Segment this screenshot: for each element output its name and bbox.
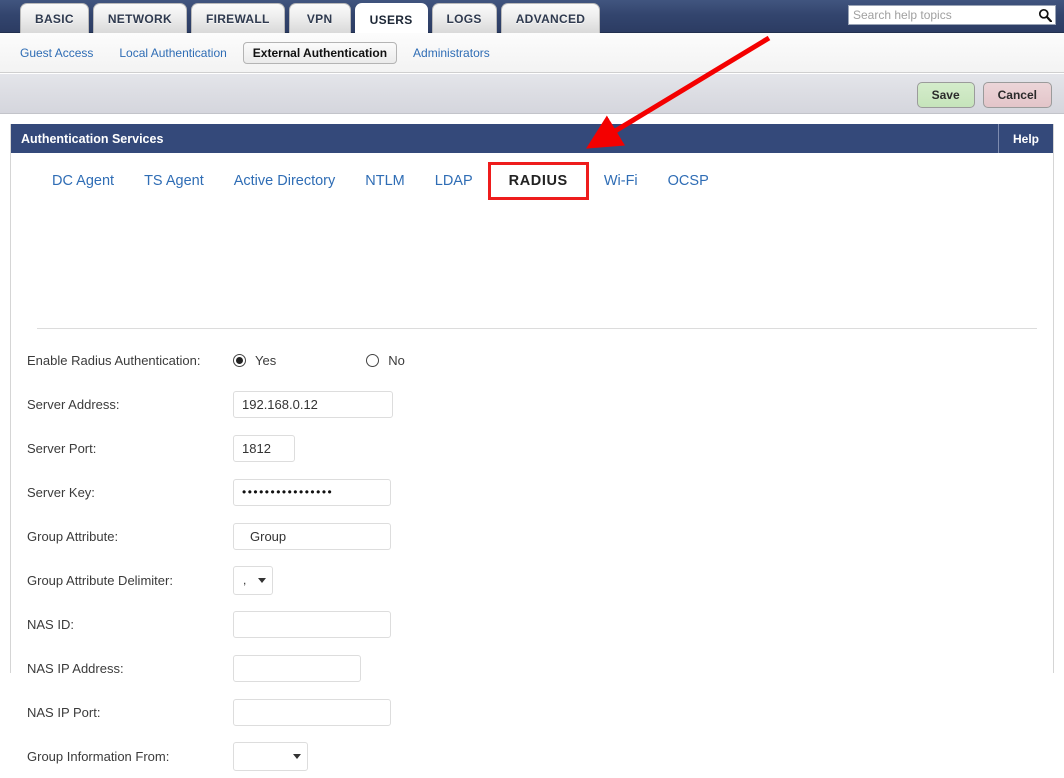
subnav-label-local-authentication: Local Authentication [119, 45, 227, 60]
tab-vpn-label: VPN [306, 11, 333, 26]
chevron-down-icon-2 [293, 753, 301, 759]
main-tab-list: BASIC NETWORK FIREWALL VPN USERS LOGS AD… [20, 3, 601, 36]
tab-users[interactable]: USERS [354, 3, 428, 36]
subnav-item-administrators[interactable]: Administrators [403, 42, 500, 64]
top-navigation-bar: BASIC NETWORK FIREWALL VPN USERS LOGS AD… [0, 0, 1064, 36]
field-row-nas-ip-address: NAS IP Address: [11, 646, 1053, 690]
tab-active-directory-label: Active Directory [233, 172, 336, 189]
tab-ts-agent[interactable]: TS Agent [129, 164, 219, 198]
tab-basic-label: BASIC [35, 11, 74, 26]
server-port-input[interactable] [233, 434, 295, 462]
action-bar: Save Cancel [0, 74, 1064, 114]
group-attribute-delimiter-value: , [243, 573, 247, 587]
tab-ts-agent-label: TS Agent [144, 172, 204, 189]
help-search-box[interactable] [848, 5, 1056, 25]
group-information-from-select[interactable] [233, 741, 308, 771]
subnav-label-external-authentication: External Authentication [252, 45, 388, 60]
radius-settings-form: Enable Radius Authentication: Yes No Ser… [11, 338, 1053, 778]
tab-active-directory[interactable]: Active Directory [219, 164, 351, 198]
label-group-information-from: Group Information From: [27, 748, 170, 764]
cancel-button-label: Cancel [997, 88, 1037, 102]
radio-yes-icon[interactable] [233, 353, 246, 367]
radio-option-yes[interactable]: Yes [233, 353, 276, 368]
search-input[interactable] [849, 6, 1035, 24]
tab-logs[interactable]: LOGS [431, 3, 497, 33]
nas-ip-address-input[interactable] [233, 654, 361, 682]
tab-firewall-label: FIREWALL [205, 11, 270, 26]
enable-radius-radio-group: Yes No [233, 353, 495, 368]
tab-ldap-label: LDAP [434, 172, 473, 189]
label-nas-id: NAS ID: [27, 616, 74, 632]
help-button-label: Help [1012, 131, 1039, 146]
authentication-services-panel: Authentication Services Help DC Agent TS… [10, 124, 1054, 771]
save-button[interactable]: Save [916, 82, 975, 108]
tab-dc-agent[interactable]: DC Agent [37, 164, 129, 198]
page-title: Authentication Services [21, 131, 164, 146]
subnav-item-external-authentication[interactable]: External Authentication [242, 41, 398, 64]
field-row-group-attribute-delimiter: Group Attribute Delimiter: , [11, 558, 1053, 602]
field-row-server-address: Server Address: [11, 382, 1053, 426]
nas-id-input[interactable] [233, 610, 391, 638]
label-group-attribute-delimiter: Group Attribute Delimiter: [27, 572, 173, 588]
service-tab-list: DC Agent TS Agent Active Directory NTLM … [11, 153, 1053, 208]
label-nas-ip-port: NAS IP Port: [27, 704, 101, 720]
tab-ocsp[interactable]: OCSP [653, 164, 724, 198]
tab-advanced-label: ADVANCED [515, 11, 586, 26]
tab-network-label: NETWORK [107, 11, 172, 26]
radio-no-label: No [388, 352, 405, 368]
subnav-item-local-authentication[interactable]: Local Authentication [109, 42, 236, 64]
panel-header: Authentication Services Help [11, 124, 1053, 153]
chevron-down-icon [258, 577, 266, 583]
tab-dc-agent-label: DC Agent [52, 172, 115, 189]
tab-advanced[interactable]: ADVANCED [500, 3, 601, 33]
radio-option-no[interactable]: No [366, 353, 405, 368]
label-server-key: Server Key: [27, 484, 95, 500]
field-row-group-attribute: Group Attribute: [11, 514, 1053, 558]
field-row-nas-ip-port: NAS IP Port: [11, 690, 1053, 734]
server-address-input[interactable] [233, 390, 393, 418]
tab-network[interactable]: NETWORK [92, 3, 187, 33]
tab-basic[interactable]: BASIC [20, 3, 89, 33]
tab-logs-label: LOGS [446, 11, 482, 26]
label-server-port: Server Port: [27, 440, 97, 456]
label-group-attribute: Group Attribute: [27, 528, 119, 544]
field-row-server-key: Server Key: [11, 470, 1053, 514]
tab-separator-line [37, 328, 1037, 329]
subnav-label-administrators: Administrators [413, 45, 490, 60]
tab-vpn[interactable]: VPN [288, 3, 351, 33]
cancel-button[interactable]: Cancel [982, 82, 1052, 108]
field-row-nas-id: NAS ID: [11, 602, 1053, 646]
nas-ip-port-input[interactable] [233, 698, 391, 726]
tab-wifi-label: Wi-Fi [603, 172, 638, 189]
radio-yes-label: Yes [255, 352, 277, 368]
radio-no-icon[interactable] [366, 353, 380, 367]
tab-ntlm[interactable]: NTLM [350, 164, 419, 198]
tab-ldap[interactable]: LDAP [420, 164, 488, 198]
tab-radius-label: RADIUS [508, 172, 568, 189]
subnav-item-guest-access[interactable]: Guest Access [10, 42, 103, 64]
label-nas-ip-address: NAS IP Address: [27, 660, 124, 676]
tab-users-label: USERS [369, 13, 413, 27]
server-key-input[interactable] [233, 478, 391, 506]
sub-navigation-bar: Guest Access Local Authentication Extern… [0, 33, 1064, 73]
search-icon[interactable] [1035, 6, 1055, 24]
tab-ocsp-label: OCSP [667, 172, 709, 189]
label-enable-radius: Enable Radius Authentication: [27, 352, 201, 368]
label-server-address: Server Address: [27, 396, 120, 412]
tab-firewall[interactable]: FIREWALL [190, 3, 285, 33]
tab-ntlm-label: NTLM [365, 172, 405, 189]
tab-wifi[interactable]: Wi-Fi [589, 164, 653, 198]
field-row-server-port: Server Port: [11, 426, 1053, 470]
group-attribute-delimiter-select[interactable]: , [233, 565, 273, 595]
action-button-group: Save Cancel [916, 82, 1052, 108]
tab-radius[interactable]: RADIUS [487, 161, 589, 200]
subnav-label-guest-access: Guest Access [20, 45, 94, 60]
save-button-label: Save [931, 88, 960, 102]
field-row-enable-radius: Enable Radius Authentication: Yes No [11, 338, 1053, 382]
help-button[interactable]: Help [997, 124, 1053, 153]
group-attribute-input[interactable] [233, 522, 391, 550]
field-row-group-information-from: Group Information From: [11, 734, 1053, 778]
